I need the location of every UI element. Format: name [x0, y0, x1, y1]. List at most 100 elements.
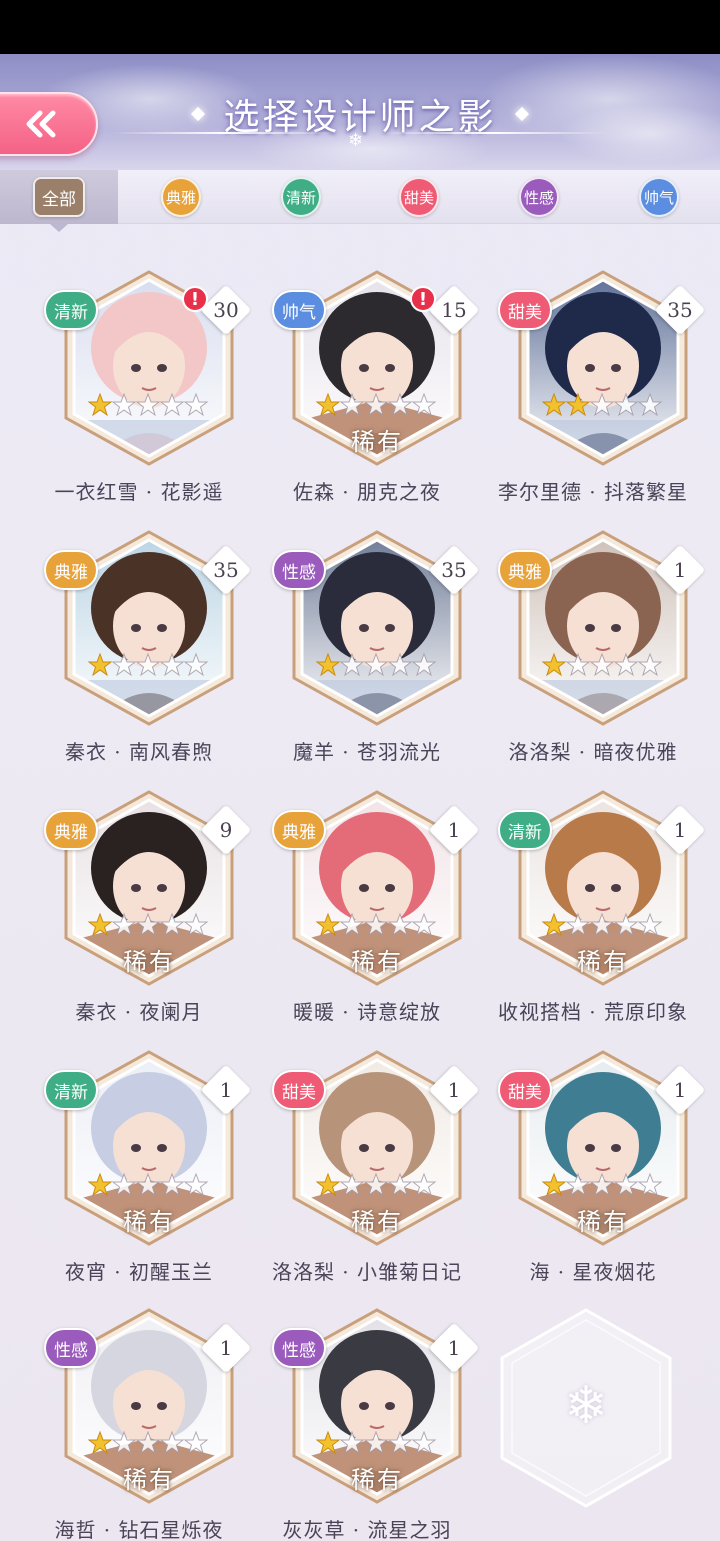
designer-card[interactable]: 甜美 35 李尔里德 · 抖落繁星	[478, 270, 708, 528]
rarity-label: 稀有	[351, 948, 403, 976]
designer-card[interactable]: 清新 30! 一衣红雪 · 花影遥	[24, 270, 254, 528]
tab-3[interactable]: 甜美	[360, 170, 478, 224]
star-icon	[135, 392, 161, 417]
designer-card[interactable]: 典雅 35 秦衣 · 南风春煦	[24, 530, 254, 788]
star-icon	[183, 912, 209, 937]
star-icon	[159, 652, 185, 677]
star-icon	[541, 652, 567, 677]
star-icon	[541, 912, 567, 937]
star-icon	[363, 1172, 389, 1197]
status-bar	[0, 0, 720, 54]
star-icon	[589, 1172, 615, 1197]
count-value: 30	[213, 298, 239, 322]
alert-icon: !	[410, 286, 436, 312]
rarity-label: 稀有	[123, 1466, 175, 1494]
star-icon	[339, 392, 365, 417]
star-icon	[135, 1172, 161, 1197]
count-value: 1	[673, 1078, 687, 1102]
star-icon	[565, 1172, 591, 1197]
star-icon	[387, 392, 413, 417]
designer-name: 收视搭档 · 荒原印象	[497, 1000, 689, 1024]
count-value: 1	[673, 818, 687, 842]
star-icon	[541, 1172, 567, 1197]
tab-4[interactable]: 性感	[480, 170, 598, 224]
category-badge: 性感	[272, 1328, 326, 1368]
star-icon	[339, 652, 365, 677]
designer-card[interactable]: 稀有 清新 1 夜宵 · 初醒玉兰	[24, 1050, 254, 1308]
designer-card[interactable]: 稀有 甜美 1 海 · 星夜烟花	[478, 1050, 708, 1308]
tab-label: 性感	[519, 177, 559, 217]
designer-name: 李尔里德 · 抖落繁星	[497, 480, 689, 504]
tab-label: 全部	[33, 177, 85, 217]
title-ornament-left	[191, 106, 206, 122]
tab-2[interactable]: 清新	[242, 170, 360, 224]
header: 选择设计师之影	[0, 54, 720, 170]
designer-name: 灰灰草 · 流星之羽	[282, 1518, 452, 1541]
alert-icon: !	[182, 286, 208, 312]
count-value: 35	[441, 558, 467, 582]
star-icon	[159, 1430, 185, 1455]
star-icon	[613, 912, 639, 937]
title-divider-left	[110, 132, 340, 134]
star-rating	[315, 390, 438, 420]
designer-card[interactable]: 稀有 帅气 15! 佐森 · 朋克之夜	[252, 270, 482, 528]
tab-label: 典雅	[161, 177, 201, 217]
category-badge: 甜美	[498, 1070, 552, 1110]
star-icon	[387, 652, 413, 677]
star-icon	[111, 912, 137, 937]
tab-label: 甜美	[399, 177, 439, 217]
star-icon	[613, 1172, 639, 1197]
designer-card[interactable]: 稀有 清新 1 收视搭档 · 荒原印象	[478, 790, 708, 1048]
star-icon	[541, 392, 567, 417]
count-value: 15	[441, 298, 467, 322]
category-badge: 典雅	[498, 550, 552, 590]
star-icon	[135, 1430, 161, 1455]
title-ornament-right	[514, 106, 529, 122]
star-rating	[315, 1170, 438, 1200]
rarity-label: 稀有	[577, 948, 629, 976]
tab-label: 帅气	[639, 177, 679, 217]
count-value: 35	[213, 558, 239, 582]
designer-card[interactable]: 稀有 性感 1 灰灰草 · 流星之羽	[252, 1308, 482, 1541]
tab-1[interactable]: 典雅	[122, 170, 240, 224]
designer-card[interactable]: 稀有 典雅 9 秦衣 · 夜阑月	[24, 790, 254, 1048]
rarity-label: 稀有	[123, 948, 175, 976]
star-icon	[87, 1172, 113, 1197]
designer-card[interactable]: 稀有 甜美 1 洛洛梨 · 小雏菊日记	[252, 1050, 482, 1308]
star-rating	[87, 390, 210, 420]
star-icon	[411, 1172, 437, 1197]
designer-card[interactable]: 稀有 性感 1 海哲 · 钻石星烁夜	[24, 1308, 254, 1541]
category-badge: 典雅	[44, 810, 98, 850]
designer-name: 秦衣 · 夜阑月	[75, 1000, 203, 1024]
tab-0[interactable]: 全部	[0, 170, 118, 232]
snowflake-icon: ❄	[564, 1376, 608, 1436]
count-value: 1	[673, 558, 687, 582]
star-icon	[387, 912, 413, 937]
category-badge: 典雅	[272, 810, 326, 850]
star-rating	[315, 1428, 438, 1458]
star-icon	[159, 1172, 185, 1197]
rarity-label: 稀有	[351, 1208, 403, 1236]
star-icon	[363, 392, 389, 417]
star-icon	[387, 1430, 413, 1455]
star-icon	[135, 652, 161, 677]
tab-5[interactable]: 帅气	[600, 170, 718, 224]
designer-card[interactable]: 稀有 典雅 1 暖暖 · 诗意绽放	[252, 790, 482, 1048]
star-icon	[339, 1430, 365, 1455]
designer-name: 夜宵 · 初醒玉兰	[64, 1260, 214, 1284]
back-button[interactable]	[0, 92, 98, 156]
star-icon	[613, 652, 639, 677]
designer-name: 暖暖 · 诗意绽放	[292, 1000, 442, 1024]
designer-name: 魔羊 · 苍羽流光	[292, 740, 442, 764]
star-icon	[613, 392, 639, 417]
rarity-label: 稀有	[577, 1208, 629, 1236]
count-value: 1	[447, 1336, 461, 1360]
star-icon	[87, 652, 113, 677]
designer-name: 佐森 · 朋克之夜	[292, 480, 442, 504]
star-icon	[87, 392, 113, 417]
designer-card[interactable]: 典雅 1 洛洛梨 · 暗夜优雅	[478, 530, 708, 788]
category-badge: 清新	[498, 810, 552, 850]
star-icon	[411, 912, 437, 937]
designer-card[interactable]: 性感 35 魔羊 · 苍羽流光	[252, 530, 482, 788]
star-icon	[315, 912, 341, 937]
